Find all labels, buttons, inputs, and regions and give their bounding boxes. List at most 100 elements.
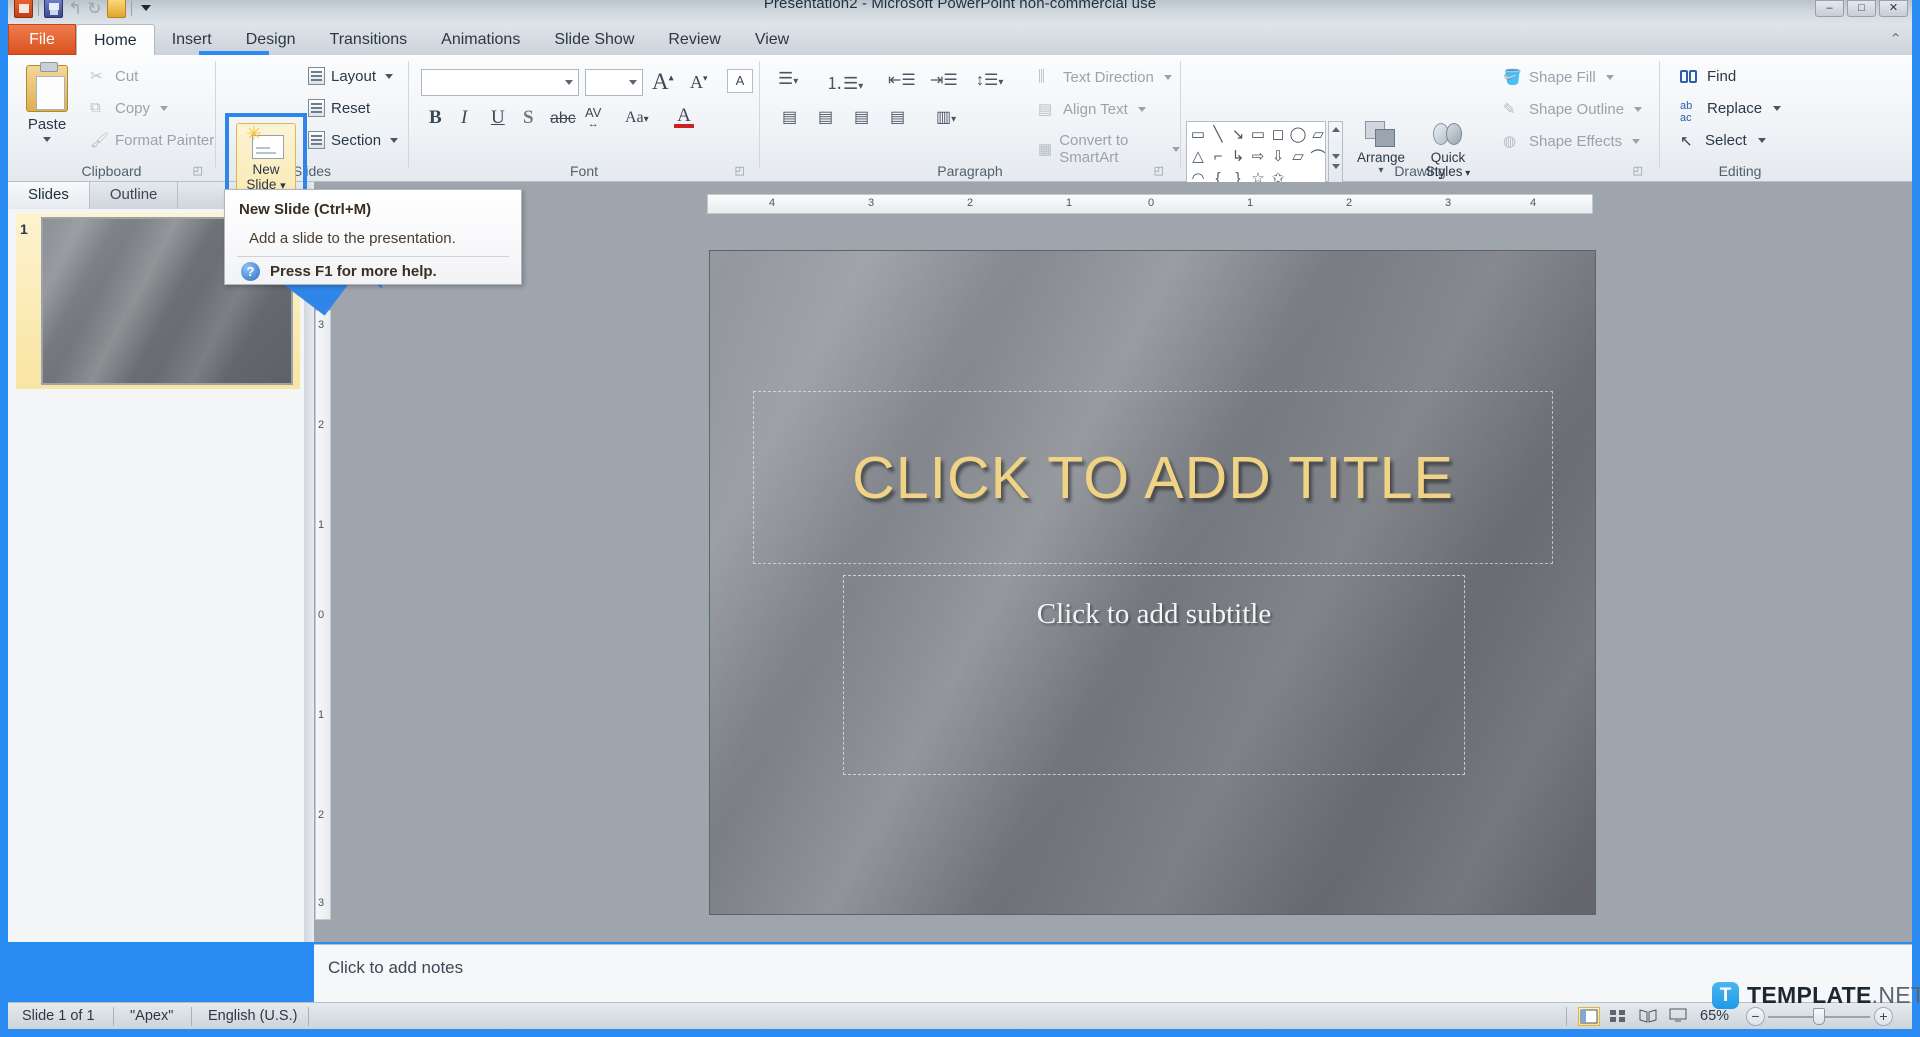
shape-item[interactable]: ◻ [1268,123,1288,145]
paste-button[interactable]: Paste [16,61,78,165]
justify-button[interactable]: ▤ [890,107,905,127]
decrease-indent-button[interactable]: ⇤☰ [888,70,916,90]
chevron-down-icon[interactable] [1634,106,1643,112]
font-color-button[interactable]: A [674,105,694,128]
font-size-combo[interactable] [585,69,643,96]
chevron-down-icon[interactable] [1172,146,1180,152]
shape-item[interactable]: ▭ [1188,123,1208,145]
tab-slides[interactable]: Slides [8,182,90,209]
slide-show-view-button[interactable] [1668,1007,1690,1026]
convert-to-smartart-button[interactable]: ▦ Convert to SmartArt [1038,132,1180,166]
shapes-gallery[interactable]: ▭ ╲ ↘ ▭ ◻ ◯ ▱ △ ⌐ ↳ ⇨ ⇩ ▱ ⌒ ◠ { } ☆ ✩ [1186,121,1326,189]
chevron-down-icon[interactable] [565,80,573,85]
increase-indent-button[interactable]: ⇥☰ [930,70,958,90]
shape-item[interactable]: ▭ [1248,123,1268,145]
numbering-button[interactable]: ⒈☰▾ [826,69,863,94]
shape-item[interactable]: △ [1188,145,1208,167]
shape-item[interactable]: ▱ [1308,123,1328,145]
zoom-in-button[interactable]: + [1874,1007,1893,1026]
text-direction-button[interactable]: ⫼ Text Direction [1038,68,1172,86]
window-controls: – □ ✕ [1815,0,1908,17]
tab-home[interactable]: Home [76,24,155,55]
arrange-button[interactable]: Arrange ▾ [1351,117,1411,176]
shape-item[interactable]: ▱ [1288,145,1308,167]
zoom-percent-label[interactable]: 65% [1700,1008,1729,1024]
tab-review[interactable]: Review [651,24,737,55]
shape-item[interactable]: ⌒ [1308,145,1328,167]
paragraph-dialog-launcher[interactable]: ◰ [1154,164,1164,177]
tab-view[interactable]: View [738,24,806,55]
quick-styles-button[interactable]: Quick Styles ▾ [1418,117,1478,181]
shape-fill-button[interactable]: 🪣 Shape Fill [1503,68,1614,86]
find-button[interactable]: Find [1680,68,1736,85]
slide-sorter-view-button[interactable] [1608,1007,1630,1026]
chevron-down-icon[interactable] [1331,154,1340,159]
strikethrough-button[interactable]: abc [550,110,576,128]
shape-effects-button[interactable]: ◍ Shape Effects [1503,132,1641,150]
tab-outline[interactable]: Outline [90,182,179,209]
tab-file[interactable]: File [8,24,76,55]
tab-animations[interactable]: Animations [424,24,537,55]
chevron-down-icon[interactable]: ▾ [1351,165,1411,176]
shape-item[interactable]: ↳ [1228,145,1248,167]
align-left-button[interactable]: ▤ [782,107,797,127]
minimize-button[interactable]: – [1815,0,1844,17]
chevron-down-icon[interactable] [1757,138,1766,143]
clear-formatting-button[interactable]: A [727,69,753,93]
help-icon[interactable]: ⌃ [1889,30,1902,48]
shape-item[interactable]: ⇩ [1268,145,1288,167]
chevron-up-icon[interactable] [1331,127,1340,132]
tab-transitions[interactable]: Transitions [313,24,425,55]
chevron-down-icon[interactable] [1773,106,1782,111]
shrink-font-button[interactable]: A▾ [690,72,708,93]
character-spacing-button[interactable]: AV ↔ [585,105,601,130]
font-dialog-launcher[interactable]: ◰ [735,164,745,177]
shape-item[interactable]: ◯ [1288,123,1308,145]
template-badge-icon: T [1712,982,1739,1009]
shape-item[interactable]: ⌐ [1208,145,1228,167]
language-label[interactable]: English (U.S.) [196,1007,309,1026]
maximize-button[interactable]: □ [1847,0,1876,17]
title-placeholder[interactable]: CLICK TO ADD TITLE [753,391,1553,564]
format-painter-button[interactable]: 🖌 Format Painter [90,131,215,150]
more-shapes-icon[interactable] [1331,164,1340,169]
shape-item[interactable]: ╲ [1208,123,1228,145]
line-spacing-button[interactable]: ↕☰▾ [976,70,1003,90]
shape-item[interactable]: ⇨ [1248,145,1268,167]
shapes-scrollbar[interactable] [1328,121,1343,189]
grow-font-button[interactable]: A▴ [652,69,674,95]
zoom-slider-thumb[interactable] [1813,1008,1825,1025]
chevron-down-icon[interactable] [629,80,637,85]
bullets-button[interactable]: ☰▾ [778,69,798,89]
chevron-down-icon[interactable] [1605,74,1614,80]
columns-button[interactable]: ▥▾ [936,107,956,127]
title-placeholder-text: CLICK TO ADD TITLE [852,444,1454,511]
copy-button[interactable]: ⧉ Copy [90,99,169,117]
notes-pane[interactable]: Click to add notes [314,944,1912,1002]
chevron-down-icon[interactable] [160,105,169,111]
align-text-button[interactable]: ▤ Align Text [1038,100,1146,118]
format-painter-label: Format Painter [115,131,215,149]
chevron-down-icon[interactable] [1632,138,1641,144]
zoom-out-button[interactable]: − [1746,1007,1765,1026]
reading-view-button[interactable] [1638,1007,1660,1026]
tab-slide-show[interactable]: Slide Show [537,24,651,55]
select-button[interactable]: ↖ Select [1680,132,1766,150]
change-case-button[interactable]: Aa▾ [625,109,649,127]
replace-button[interactable]: ab ac Replace [1680,100,1782,124]
subtitle-placeholder[interactable]: Click to add subtitle [843,575,1465,775]
close-button[interactable]: ✕ [1879,0,1908,17]
chevron-down-icon[interactable] [1137,106,1146,112]
clipboard-dialog-launcher[interactable]: ◰ [193,164,203,177]
drawing-dialog-launcher[interactable]: ◰ [1633,164,1643,177]
chevron-down-icon[interactable] [43,137,51,142]
align-right-button[interactable]: ▤ [854,107,869,127]
chevron-down-icon[interactable] [1163,74,1172,80]
shape-outline-button[interactable]: ✎ Shape Outline [1503,100,1643,118]
normal-view-button[interactable] [1578,1007,1600,1026]
slide-canvas[interactable]: CLICK TO ADD TITLE Click to add subtitle [709,250,1596,915]
cut-button[interactable]: ✂ Cut [90,67,138,86]
align-center-button[interactable]: ▤ [818,107,833,127]
theme-label[interactable]: "Apex" [118,1007,185,1026]
shape-item[interactable]: ↘ [1228,123,1248,145]
